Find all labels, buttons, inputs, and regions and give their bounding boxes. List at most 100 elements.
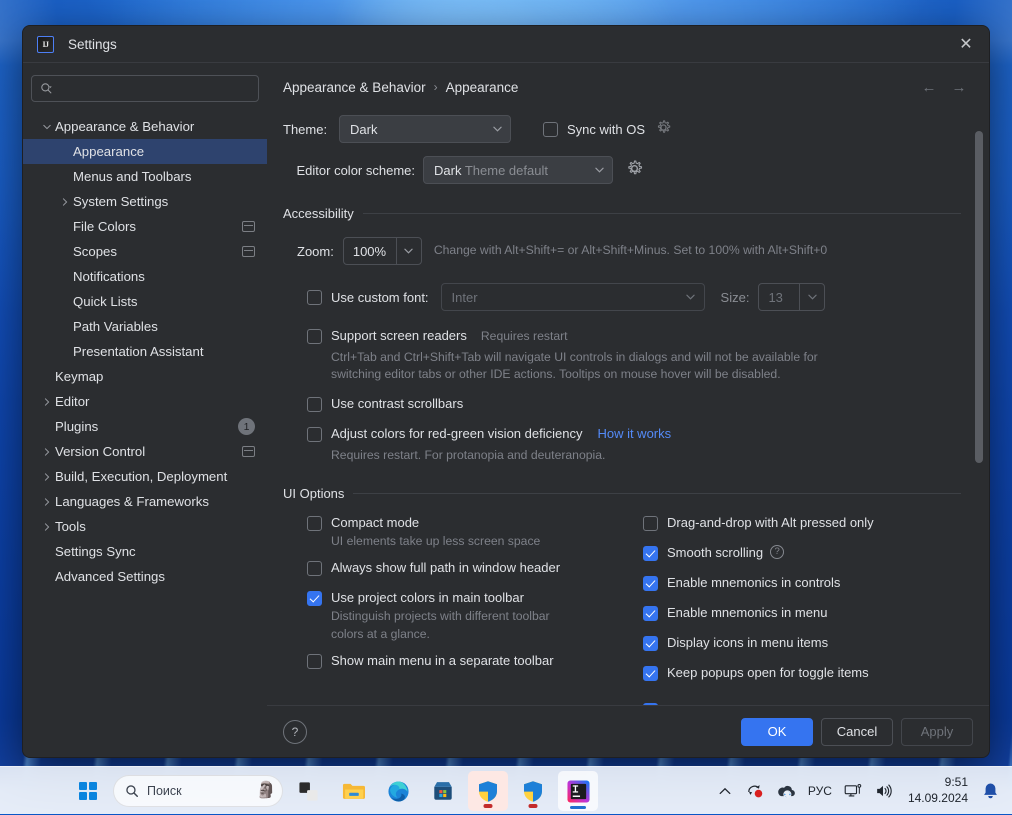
chevron-down-icon[interactable] (39, 123, 55, 131)
support-screen-readers-label[interactable]: Support screen readers (331, 328, 467, 343)
display-icons-in-menu-items-checkbox[interactable] (643, 635, 658, 651)
drag-and-drop-with-alt-pressed-only-checkbox[interactable] (643, 515, 658, 531)
always-show-full-path-in-window-header-checkbox[interactable] (307, 561, 322, 577)
sync-with-os-settings-gear-icon[interactable] (655, 119, 672, 139)
sidebar-item-quick-lists[interactable]: Quick Lists (23, 289, 267, 314)
sidebar-item-presentation-assistant[interactable]: Presentation Assistant (23, 339, 267, 364)
use-contrast-scrollbars-checkbox[interactable] (307, 396, 322, 412)
sidebar-item-scopes[interactable]: Scopes (23, 239, 267, 264)
forward-arrow-icon[interactable]: → (949, 77, 969, 97)
language-indicator[interactable]: РУС (803, 773, 837, 809)
enable-mnemonics-in-controls-checkbox[interactable] (643, 575, 658, 591)
checkbox-label[interactable]: Enable mnemonics in controls (667, 575, 840, 590)
sync-status-icon[interactable] (740, 773, 769, 809)
editor-color-scheme-gear-icon[interactable] (625, 159, 644, 181)
scrollbar-thumb[interactable] (975, 131, 983, 463)
chevron-right-icon[interactable] (39, 522, 55, 531)
tray-expand-chevron-icon[interactable] (712, 773, 738, 809)
sidebar-item-languages-frameworks[interactable]: Languages & Frameworks (23, 489, 267, 514)
task-view-button[interactable] (288, 771, 328, 811)
scrollbar-track[interactable] (975, 107, 983, 705)
checkbox-label[interactable]: Enable mnemonics in menu (667, 605, 827, 620)
use-custom-font-checkbox[interactable] (307, 290, 322, 305)
breadcrumb-root[interactable]: Appearance & Behavior (283, 80, 426, 95)
chevron-right-icon[interactable] (57, 197, 73, 206)
sidebar-item-version-control[interactable]: Version Control (23, 439, 267, 464)
sidebar-item-tools[interactable]: Tools (23, 514, 267, 539)
checkbox-label[interactable]: Keep popups open for toggle items (667, 665, 869, 680)
compact-mode-checkbox[interactable] (307, 515, 322, 531)
copy-settings-icon[interactable] (242, 221, 255, 232)
keep-popups-open-for-toggle-items-checkbox[interactable] (643, 665, 658, 681)
copy-settings-icon[interactable] (242, 446, 255, 457)
notifications-bell-icon[interactable] (977, 773, 1004, 809)
sidebar-item-settings-sync[interactable]: Settings Sync (23, 539, 267, 564)
ok-button[interactable]: OK (741, 717, 813, 746)
enable-mnemonics-in-menu-checkbox[interactable] (643, 605, 658, 621)
chevron-right-icon[interactable] (39, 447, 55, 456)
sidebar-item-editor[interactable]: Editor (23, 389, 267, 414)
sidebar-item-advanced-settings[interactable]: Advanced Settings (23, 564, 267, 589)
sidebar-item-notifications[interactable]: Notifications (23, 264, 267, 289)
sync-with-os-checkbox[interactable] (543, 122, 558, 137)
back-arrow-icon[interactable]: ← (919, 77, 939, 97)
sidebar-item-keymap[interactable]: Keymap (23, 364, 267, 389)
taskbar-search[interactable]: Поиск 🗿 (113, 775, 283, 807)
use-contrast-scrollbars-label[interactable]: Use contrast scrollbars (331, 396, 463, 411)
sync-with-os-label[interactable]: Sync with OS (567, 122, 645, 137)
support-screen-readers-checkbox[interactable] (307, 329, 322, 344)
sidebar-item-appearance[interactable]: Appearance (23, 139, 267, 164)
sidebar-item-file-colors[interactable]: File Colors (23, 214, 267, 239)
use-custom-font-label[interactable]: Use custom font: (331, 290, 429, 305)
editor-color-scheme-select[interactable]: Dark Theme default (423, 156, 613, 184)
adjust-colors-red-green-label[interactable]: Adjust colors for red-green vision defic… (331, 426, 582, 441)
sidebar-item-appearance-behavior[interactable]: Appearance & Behavior (23, 114, 267, 139)
checkbox-label[interactable]: Use project colors in main toolbar (331, 590, 524, 605)
sidebar-item-label: Menus and Toolbars (73, 169, 192, 184)
close-icon[interactable]: ✕ (943, 26, 989, 62)
volume-icon[interactable] (870, 773, 899, 809)
show-main-menu-in-a-separate-toolbar-checkbox[interactable] (307, 653, 322, 669)
copy-settings-icon[interactable] (242, 246, 255, 257)
microsoft-store-button[interactable] (423, 771, 463, 811)
how-it-works-link[interactable]: How it works (597, 426, 671, 441)
chevron-right-icon[interactable] (39, 472, 55, 481)
search-box[interactable] (31, 75, 259, 102)
custom-font-select[interactable]: Inter (440, 283, 705, 311)
sidebar-item-menus-and-toolbars[interactable]: Menus and Toolbars (23, 164, 267, 189)
checkbox-label[interactable]: Show main menu in a separate toolbar (331, 653, 554, 668)
cancel-button[interactable]: Cancel (821, 717, 893, 746)
checkbox-label[interactable]: Compact mode (331, 515, 419, 530)
font-size-stepper[interactable]: 13 (758, 283, 826, 311)
chevron-right-icon[interactable] (39, 497, 55, 506)
chevron-down-icon[interactable] (395, 238, 421, 264)
security-app-1-button[interactable] (468, 771, 508, 811)
start-button[interactable] (68, 771, 108, 811)
partial-hidden-checkbox[interactable] (643, 702, 658, 705)
sidebar-item-system-settings[interactable]: System Settings (23, 189, 267, 214)
onedrive-icon[interactable] (771, 773, 801, 809)
use-project-colors-in-main-toolbar-checkbox[interactable] (307, 591, 322, 607)
adjust-colors-red-green-checkbox[interactable] (307, 426, 322, 442)
search-input[interactable] (58, 81, 250, 96)
help-question-icon[interactable]: ? (770, 544, 785, 559)
chevron-right-icon[interactable] (39, 397, 55, 406)
theme-select[interactable]: Dark (339, 115, 511, 143)
sidebar-item-build-execution-deployment[interactable]: Build, Execution, Deployment (23, 464, 267, 489)
checkbox-label[interactable]: Display icons in menu items (667, 635, 828, 650)
microsoft-edge-button[interactable] (378, 771, 418, 811)
intellij-idea-taskbar-button[interactable] (558, 771, 598, 811)
checkbox-label[interactable]: Always show full path in window header (331, 560, 560, 575)
file-explorer-button[interactable] (333, 771, 373, 811)
help-button[interactable]: ? (283, 719, 307, 744)
chevron-down-icon[interactable] (799, 284, 824, 310)
sidebar-item-plugins[interactable]: Plugins 1 (23, 414, 267, 439)
network-icon[interactable] (839, 773, 868, 809)
sidebar-item-path-variables[interactable]: Path Variables (23, 314, 267, 339)
security-app-2-button[interactable] (513, 771, 553, 811)
zoom-stepper[interactable]: 100% (342, 237, 422, 265)
checkbox-label[interactable]: Drag-and-drop with Alt pressed only (667, 515, 874, 530)
clock[interactable]: 9:51 14.09.2024 (901, 773, 975, 809)
checkbox-label[interactable]: Smooth scrolling (667, 545, 763, 560)
smooth-scrolling-checkbox[interactable] (643, 545, 658, 561)
